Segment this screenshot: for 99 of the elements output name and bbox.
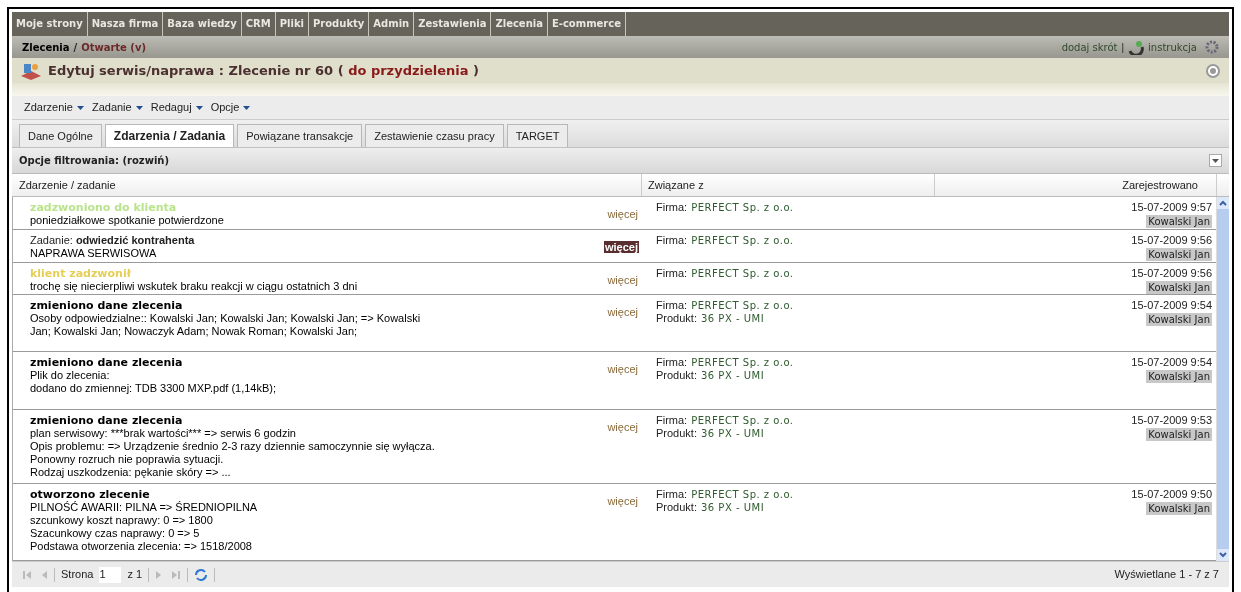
more-link[interactable]: więcej (606, 273, 639, 286)
event-detail: dodano do zmiennej: TDB 3300 MXP.pdf (1,14kB); (30, 382, 278, 396)
more-link[interactable]: więcej (606, 363, 639, 376)
more-link[interactable]: więcej (606, 495, 639, 508)
relation-link[interactable]: 36 PX - UMI (700, 369, 765, 383)
event-title: zmieniono dane zlecenia (30, 299, 184, 313)
menu-button[interactable]: Zdarzenie (24, 99, 84, 116)
relation-label: Firma: (656, 413, 688, 427)
tab[interactable]: TARGET (506, 124, 569, 147)
relation-link[interactable]: PERFECT Sp. z o.o. (691, 266, 794, 280)
relation-link[interactable]: PERFECT Sp. z o.o. (691, 201, 794, 214)
menu-button[interactable]: Zadanie (91, 99, 143, 116)
user-tag: Kowalski Jan (1146, 370, 1212, 384)
relation-label: Produkt: (656, 312, 697, 326)
relation-label: Firma: (656, 233, 688, 247)
menu-button[interactable]: Redaguj (150, 99, 203, 116)
more-link[interactable]: więcej (606, 306, 639, 319)
page-title: Edytuj serwis/naprawa : Zlecenie nr 60 ( do przydzielenia ) (48, 61, 480, 80)
add-shortcut-link[interactable]: dodaj skrót (1061, 39, 1118, 55)
caret-icon (135, 105, 143, 110)
user-tag: Kowalski Jan (1146, 280, 1212, 294)
event-detail: szcunkowy koszt naprawy: 0 => 1800 (30, 514, 214, 528)
event-detail: NAPRAWA SERWISOWA (30, 246, 158, 260)
event-detail: Osoby odpowiedzialne:: Kowalski Jan; Kowalski Jan; Kowalski Jan; => Kowalski Jan; Kowalski Jan; Nowaczyk Adam; Nowak Roman; Kowalski Jan; (30, 312, 422, 339)
more-link[interactable]: więcej (603, 240, 639, 253)
scroll-up-icon[interactable] (1217, 197, 1229, 209)
relation-link[interactable]: PERFECT Sp. z o.o. (691, 233, 794, 247)
relation-label: Firma: (656, 299, 688, 313)
relation-link[interactable]: PERFECT Sp. z o.o. (691, 413, 794, 427)
event-title: zadzwoniono do klienta (30, 201, 178, 214)
column-header[interactable]: Związane z (642, 174, 935, 196)
relation-label: Firma: (656, 488, 688, 502)
registered-date: 15-07-2009 9:56 (1131, 266, 1212, 280)
relation-label: Firma: (656, 266, 688, 280)
event-detail: Podstawa otworzenia zlecenia: => 1518/2008 (30, 540, 253, 554)
user-tag: Kowalski Jan (1146, 247, 1212, 261)
relation-link[interactable]: PERFECT Sp. z o.o. (691, 299, 794, 313)
scrollbar[interactable] (1216, 197, 1229, 561)
column-header[interactable]: Zdarzenie / zadanie (12, 174, 642, 196)
relation-label: Firma: (656, 356, 688, 370)
event-detail: trochę się niecierpliwi wskutek braku reakcji w ciągu ostatnich 3 dni (30, 279, 359, 293)
relation-label: Produkt: (656, 501, 697, 515)
user-tag: Kowalski Jan (1146, 427, 1212, 441)
menu-button[interactable]: Opcje (210, 99, 251, 116)
caret-icon (76, 105, 84, 110)
relation-link[interactable]: 36 PX - UMI (700, 426, 765, 440)
breadcrumb-separator: / (73, 40, 78, 55)
event-detail: Rodzaj uszkodzenia: pękanie skóry => ... (30, 465, 232, 479)
relation-link[interactable]: 36 PX - UMI (700, 312, 765, 326)
expand-button[interactable] (1209, 154, 1222, 167)
tab[interactable]: Zdarzenia / Zadania (104, 124, 235, 147)
registered-date: 15-07-2009 9:54 (1131, 356, 1212, 370)
more-link[interactable]: więcej (606, 208, 639, 220)
relation-link[interactable]: PERFECT Sp. z o.o. (691, 488, 794, 502)
column-header[interactable]: Zarejestrowano (935, 174, 1217, 196)
user-tag: Kowalski Jan (1146, 215, 1212, 228)
event-detail: Opis problemu: => Urządzenie średnio 2-3 razy dziennie samoczynnie się wyłącza. Ponowny rozruch nie poprawia sytuacji. (30, 439, 435, 466)
users-icon (20, 61, 42, 80)
relation-label: Produkt: (656, 426, 697, 440)
first-page-icon[interactable] (22, 569, 32, 580)
registered-date: 15-07-2009 9:56 (1131, 233, 1212, 247)
event-detail: Szacunkowy czas naprawy: 0 => 5 (30, 527, 201, 541)
event-title: zmieniono dane zlecenia (30, 356, 184, 370)
page-label: Strona (61, 567, 94, 583)
relation-label: Firma: (656, 201, 688, 214)
more-link[interactable]: więcej (606, 420, 639, 433)
relation-link[interactable]: 36 PX - UMI (700, 501, 765, 515)
event-title: otworzono zlecenie (30, 488, 151, 502)
registered-date: 15-07-2009 9:53 (1131, 413, 1212, 427)
last-page-icon[interactable] (171, 569, 182, 580)
registered-date: 15-07-2009 9:54 (1131, 299, 1212, 313)
user-tag: Kowalski Jan (1146, 313, 1212, 327)
caret-icon (195, 105, 203, 110)
caret-icon (243, 105, 251, 110)
event-title: klient zadzwonił (30, 266, 132, 280)
registered-date: 15-07-2009 9:50 (1131, 488, 1212, 502)
registered-date: 15-07-2009 9:57 (1131, 201, 1212, 214)
page-count: z 1 (127, 567, 143, 583)
tab[interactable]: Dane Ogólne (19, 124, 102, 147)
event-detail: poniedziałkowe spotkanie potwierdzone (30, 214, 225, 227)
shortcut-separator: | (1121, 40, 1125, 55)
tab[interactable]: Zestawienie czasu pracy (365, 124, 504, 147)
relation-link[interactable]: PERFECT Sp. z o.o. (691, 356, 794, 370)
event-title: Zadanie: odwiedzić kontrahenta (30, 233, 196, 247)
breadcrumb-current[interactable]: Otwarte (v) (81, 39, 147, 55)
help-link[interactable]: instrukcja (1148, 39, 1197, 55)
tab[interactable]: Powiązane transakcje (237, 124, 363, 147)
event-detail: Plik do zlecenia: (30, 369, 111, 383)
records-summary: Wyświetlane 1 - 7 z 7 (1114, 567, 1219, 583)
event-detail: PILNOŚĆ AWARII: PILNA => ŚREDNIOPILNA (30, 501, 259, 515)
relation-label: Produkt: (656, 369, 697, 383)
event-detail: plan serwisowy: ***brak wartości*** => serwis 6 godzin (30, 426, 297, 440)
scroll-down-icon[interactable] (1217, 549, 1229, 561)
event-title: zmieniono dane zlecenia (30, 413, 184, 427)
user-tag: Kowalski Jan (1146, 502, 1212, 516)
page-input[interactable]: 1 (99, 566, 122, 583)
filter-options-label[interactable]: Opcje filtrowania: (rozwiń) (19, 153, 169, 168)
breadcrumb-link[interactable]: Zlecenia (22, 39, 70, 55)
caret-icon (1212, 158, 1219, 163)
